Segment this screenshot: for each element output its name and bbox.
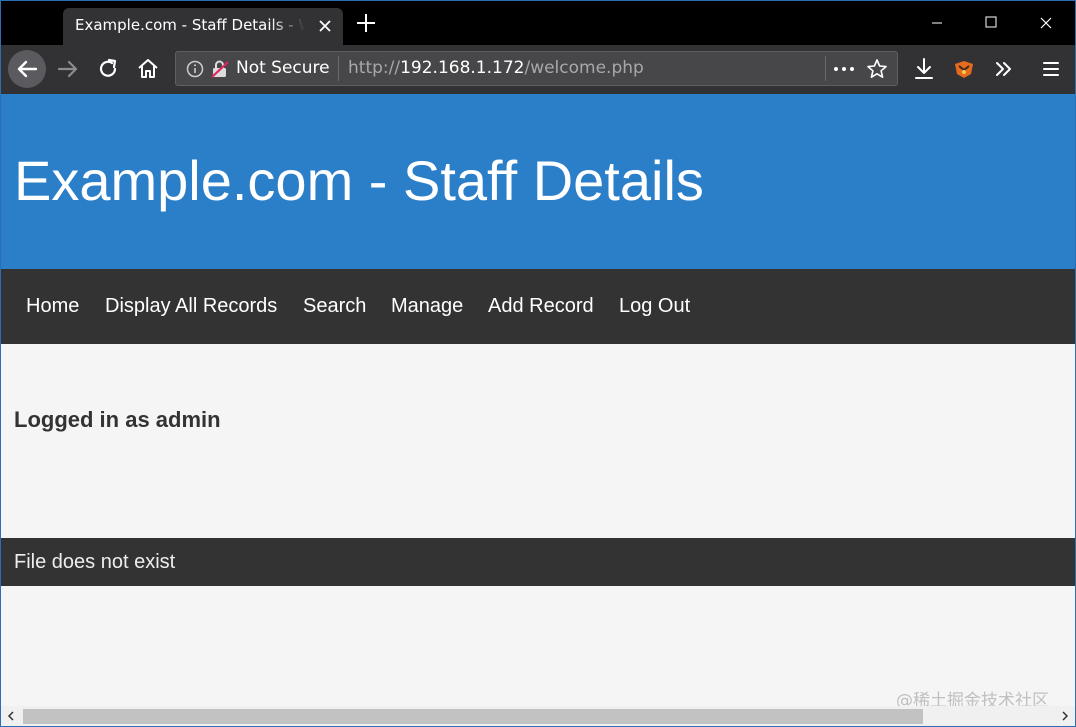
nav-home-link[interactable]: Home: [26, 295, 79, 318]
info-icon[interactable]: [186, 60, 204, 78]
nav-add-record-link[interactable]: Add Record: [488, 295, 594, 318]
horizontal-scrollbar[interactable]: [1, 706, 1075, 726]
nav-display-all-link[interactable]: Display All Records: [105, 295, 277, 318]
nav-manage-link[interactable]: Manage: [391, 295, 463, 318]
title-bar: Example.com - Staff Details - Welcome: [1, 1, 1075, 45]
window-close-icon[interactable]: [1022, 1, 1068, 45]
url-bar[interactable]: Not Secure http://192.168.1.172/welcome.…: [175, 51, 898, 86]
url-host: 192.168.1.172: [400, 58, 525, 78]
download-icon[interactable]: [907, 52, 941, 86]
browser-window: Example.com - Staff Details - Welcome: [0, 0, 1076, 727]
menu-icon[interactable]: [1034, 52, 1068, 86]
extension-icon[interactable]: [947, 52, 981, 86]
nav-logout-link[interactable]: Log Out: [619, 295, 690, 318]
insecure-lock-icon[interactable]: [210, 59, 230, 79]
scroll-right-icon[interactable]: [1057, 708, 1073, 724]
minimize-icon[interactable]: [914, 1, 960, 45]
url-divider: [338, 56, 339, 81]
url-scheme: http://: [348, 58, 401, 78]
logged-in-status: Logged in as admin: [14, 407, 221, 432]
site-nav: Home Display All Records Search Manage A…: [1, 269, 1075, 344]
security-label: Not Secure: [236, 58, 330, 78]
site-header: Example.com - Staff Details: [1, 94, 1075, 269]
nav-toolbar: Not Secure http://192.168.1.172/welcome.…: [1, 45, 1075, 94]
error-message: File does not exist: [14, 551, 176, 573]
star-icon[interactable]: [866, 58, 888, 80]
url-divider-right: [825, 56, 826, 81]
reload-icon[interactable]: [91, 52, 125, 86]
url-path: /welcome.php: [524, 58, 644, 78]
maximize-icon[interactable]: [968, 1, 1014, 45]
scrollbar-thumb[interactable]: [23, 709, 923, 724]
more-icon[interactable]: [832, 60, 856, 78]
back-icon[interactable]: [8, 50, 46, 88]
browser-tab[interactable]: Example.com - Staff Details - Welcome: [63, 8, 343, 45]
overflow-icon[interactable]: [987, 52, 1021, 86]
scroll-left-icon[interactable]: [3, 708, 19, 724]
site-title: Example.com - Staff Details: [14, 149, 704, 212]
forward-icon[interactable]: [51, 52, 85, 86]
url-text[interactable]: http://192.168.1.172/welcome.php: [348, 58, 644, 78]
home-icon[interactable]: [131, 52, 165, 86]
message-footer: File does not exist: [1, 538, 1075, 586]
plus-icon[interactable]: [355, 12, 377, 34]
main-content: Logged in as admin: [1, 344, 1075, 538]
tab-title: Example.com - Staff Details - Welcome: [75, 16, 305, 34]
nav-search-link[interactable]: Search: [303, 295, 366, 318]
close-icon[interactable]: [315, 16, 335, 36]
